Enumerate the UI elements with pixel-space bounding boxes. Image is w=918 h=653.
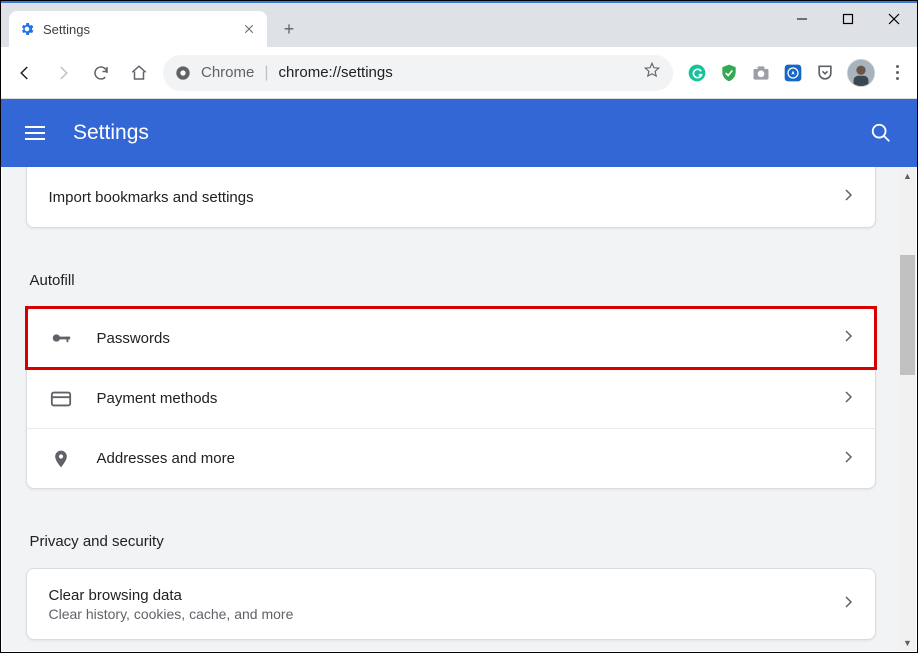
minimize-button[interactable]	[779, 3, 825, 35]
chevron-right-icon	[845, 450, 853, 468]
window-title-bar: Settings +	[1, 3, 917, 47]
chrome-icon	[175, 65, 191, 81]
chevron-right-icon	[845, 329, 853, 347]
scroll-thumb[interactable]	[900, 255, 915, 375]
extension-pocket-icon[interactable]	[815, 63, 835, 83]
payment-methods-row[interactable]: Payment methods	[27, 368, 875, 428]
browser-toolbar: Chrome | chrome://settings	[1, 47, 917, 99]
extension-compass-icon[interactable]	[783, 63, 803, 83]
passwords-row[interactable]: Passwords	[27, 308, 875, 368]
back-button[interactable]	[11, 59, 39, 87]
profile-avatar[interactable]	[847, 59, 875, 87]
location-pin-icon	[49, 449, 73, 469]
addresses-label: Addresses and more	[97, 450, 845, 467]
omnibox-origin: Chrome	[201, 64, 254, 81]
page-title: Settings	[73, 121, 869, 145]
maximize-button[interactable]	[825, 3, 871, 35]
reload-button[interactable]	[87, 59, 115, 87]
credit-card-icon	[49, 388, 73, 410]
scroll-up-icon[interactable]: ▲	[899, 167, 916, 184]
gear-icon	[19, 21, 35, 37]
section-privacy-title: Privacy and security	[30, 533, 876, 550]
clear-browsing-data-sub: Clear history, cookies, cache, and more	[49, 606, 845, 622]
passwords-label: Passwords	[97, 330, 845, 347]
search-icon[interactable]	[869, 121, 893, 145]
autofill-card: Passwords Payment methods Addresses and …	[26, 307, 876, 489]
extension-shield-icon[interactable]	[719, 63, 739, 83]
scroll-down-icon[interactable]: ▼	[899, 634, 916, 651]
omnibox-separator: |	[264, 64, 268, 82]
key-icon	[49, 327, 73, 349]
tab-title: Settings	[43, 22, 233, 37]
home-button[interactable]	[125, 59, 153, 87]
import-bookmarks-label: Import bookmarks and settings	[49, 189, 845, 206]
import-bookmarks-row[interactable]: Import bookmarks and settings	[27, 167, 875, 227]
close-tab-button[interactable]	[241, 21, 257, 37]
bookmark-star-icon[interactable]	[643, 61, 661, 84]
privacy-card: Clear browsing data Clear history, cooki…	[26, 568, 876, 640]
clear-browsing-data-label: Clear browsing data	[49, 587, 845, 604]
clear-browsing-data-row[interactable]: Clear browsing data Clear history, cooki…	[27, 569, 875, 639]
new-tab-button[interactable]: +	[275, 15, 303, 43]
payment-methods-label: Payment methods	[97, 390, 845, 407]
settings-header: Settings	[1, 99, 917, 167]
close-window-button[interactable]	[871, 3, 917, 35]
addresses-row[interactable]: Addresses and more	[27, 428, 875, 488]
browser-tab[interactable]: Settings	[9, 11, 267, 47]
browser-menu-button[interactable]	[887, 63, 907, 83]
chevron-right-icon	[845, 390, 853, 408]
forward-button[interactable]	[49, 59, 77, 87]
chevron-right-icon	[845, 595, 853, 613]
import-bookmarks-card: Import bookmarks and settings	[26, 167, 876, 228]
menu-icon[interactable]	[25, 121, 49, 145]
extension-grammarly-icon[interactable]	[687, 63, 707, 83]
extension-camera-icon[interactable]	[751, 63, 771, 83]
address-bar[interactable]: Chrome | chrome://settings	[163, 55, 673, 91]
scrollbar[interactable]: ▲ ▼	[899, 167, 916, 651]
chevron-right-icon	[845, 188, 853, 206]
omnibox-url: chrome://settings	[279, 64, 633, 81]
section-autofill-title: Autofill	[30, 272, 876, 289]
